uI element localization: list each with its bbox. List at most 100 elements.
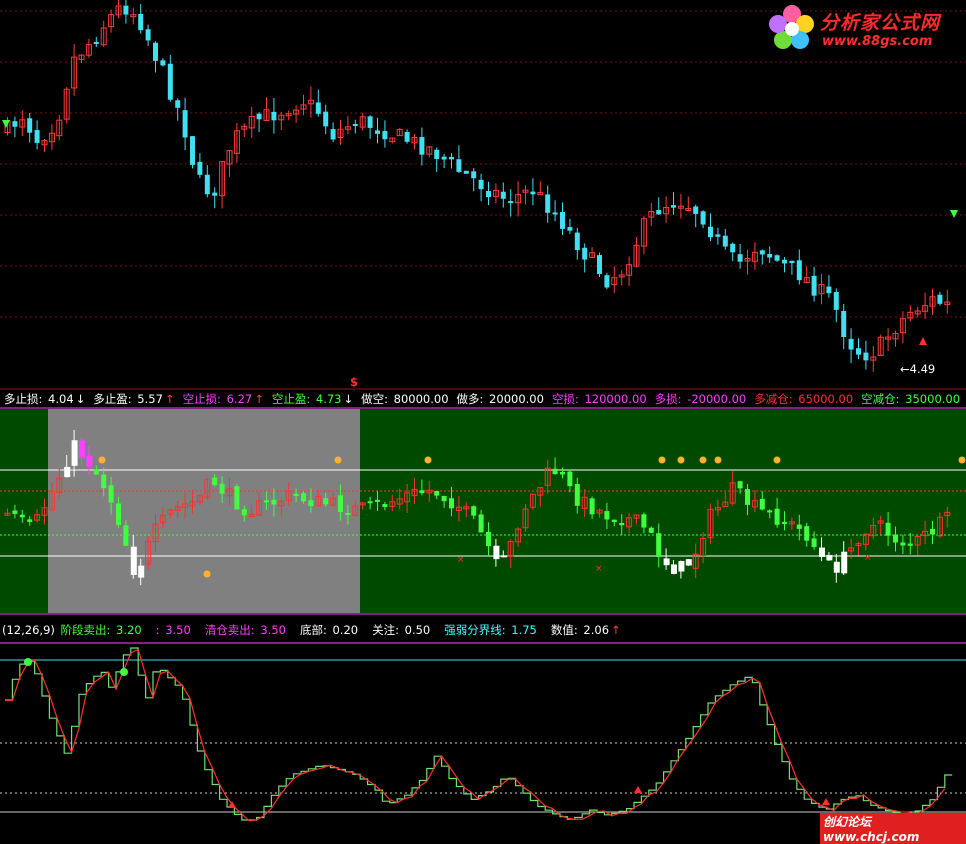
candle-body: [811, 275, 817, 296]
header-item-value: 35000.00: [901, 392, 961, 406]
candle-body: [885, 522, 891, 536]
oscillator-grid: [0, 642, 966, 813]
candle-body: [153, 42, 158, 61]
signal-line: [5, 647, 953, 821]
header-item-value: 3.50: [161, 623, 191, 637]
arrow-up-icon: [634, 786, 642, 793]
header-item-value: 0.20: [328, 623, 359, 637]
candle-body: [715, 234, 721, 237]
candle-body: [93, 42, 99, 45]
candle-body: [182, 110, 188, 138]
candle-body: [648, 527, 654, 533]
candle-body: [930, 528, 935, 535]
candle-body: [656, 533, 662, 557]
candle-body: [352, 123, 358, 126]
header-item-value: 6.27: [222, 392, 253, 406]
oscillator-markers: [24, 658, 830, 808]
cross-icon: ×: [457, 555, 465, 565]
hand-icon: [677, 456, 685, 464]
candle-body: [508, 201, 514, 204]
candle-body: [826, 286, 832, 294]
candle-body: [375, 130, 380, 134]
candle-body: [826, 554, 833, 561]
arrow-up-icon: [228, 801, 236, 808]
header-item: 底部: 0.20: [300, 623, 360, 637]
candle-body: [434, 149, 440, 159]
buy-dot-icon: [120, 668, 128, 676]
candle-body: [330, 129, 336, 140]
candle-body: [819, 547, 825, 557]
candle-body: [796, 260, 802, 281]
candle-body: [404, 132, 410, 142]
header-item: 多止盈: 5.57 ↑: [93, 392, 176, 406]
candle-body: [552, 212, 558, 215]
candle-body: [471, 506, 477, 516]
arrow-up-icon: [919, 337, 927, 345]
candle-body: [449, 498, 454, 509]
candle-body: [308, 500, 314, 507]
header-item: 多减仓: 65000.00: [754, 392, 855, 406]
hand-icon: [658, 456, 666, 464]
candle-body: [293, 493, 299, 496]
forum-watermark: 创幻论坛 www.chcj.com: [820, 813, 966, 844]
candle-body: [197, 161, 203, 175]
header-item-label: 空止盈:: [271, 392, 311, 406]
header-item-value: 3.20: [112, 623, 142, 637]
candle-body: [796, 524, 802, 529]
candle-body: [138, 565, 145, 578]
candle-body: [256, 113, 262, 120]
candle-body: [345, 512, 351, 515]
candle-body: [138, 14, 144, 31]
flower-icon: [769, 5, 814, 49]
candle-body: [863, 352, 869, 361]
candle-body: [856, 348, 861, 355]
header-item: : 3.50: [156, 623, 193, 637]
candle-body: [160, 60, 166, 66]
candle-body: [545, 194, 551, 213]
candle-body: [841, 310, 847, 338]
candle-body: [271, 111, 277, 121]
header-item-label: 空止损:: [182, 392, 221, 406]
hand-icon: [334, 456, 342, 464]
candle-body: [367, 116, 373, 128]
candle-body: [449, 156, 454, 160]
header-item-value: 2.06: [579, 623, 610, 637]
chart-canvas[interactable]: × × ×: [0, 0, 966, 836]
candle-body: [27, 519, 33, 522]
header-item-value: 65000.00: [794, 392, 854, 406]
cross-icon: ×: [595, 564, 603, 574]
header-item-value: 4.04: [44, 392, 74, 406]
candle-body: [782, 259, 787, 264]
candle-body: [86, 455, 93, 467]
header-item: 关注: 0.50: [372, 623, 432, 637]
logo-url: www.88gs.com: [822, 34, 933, 49]
header-item-value: 1.75: [507, 623, 537, 637]
candle-body: [123, 5, 129, 15]
header-item-value: 5.57: [133, 392, 163, 406]
candle-body: [552, 468, 558, 475]
signal-highlight-region: [48, 409, 360, 613]
candle-body: [212, 477, 218, 485]
candle-body: [574, 232, 580, 251]
candle-body: [419, 137, 425, 155]
header-item: 空止盈: 4.73 ↓: [272, 392, 355, 406]
candle-body: [848, 338, 854, 350]
candle-body: [478, 514, 484, 533]
header-item-value: 4.73: [312, 392, 342, 406]
hand-icon: [773, 456, 781, 464]
candle-body: [382, 130, 388, 140]
candle-body: [338, 495, 343, 512]
price-low-label: ←4.49: [900, 362, 935, 376]
candle-body: [241, 509, 247, 516]
candle-body: [656, 210, 662, 215]
candle-body: [567, 471, 573, 487]
candle-body: [212, 192, 218, 196]
header-item-value: -20000.00: [683, 392, 747, 406]
candle-body: [611, 519, 617, 523]
candle-body: [619, 523, 625, 526]
candle-body: [641, 514, 647, 528]
candle-body: [907, 543, 913, 546]
candle-body: [737, 254, 743, 262]
header-item: 空减仓: 35000.00: [861, 392, 962, 406]
candle-body: [789, 260, 795, 264]
